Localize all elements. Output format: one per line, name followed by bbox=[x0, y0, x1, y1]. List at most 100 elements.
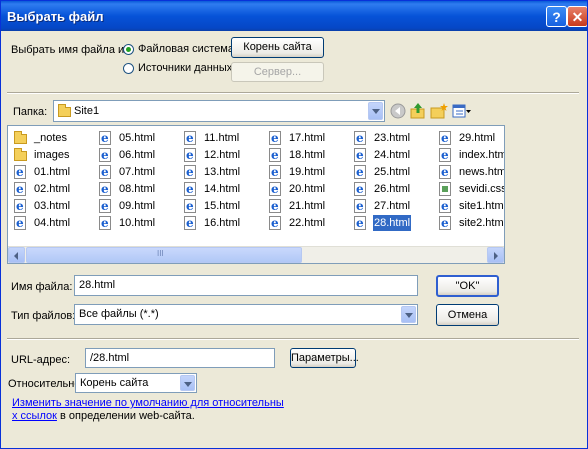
html-file-icon bbox=[269, 198, 281, 214]
file-name: sevidi.css bbox=[459, 183, 505, 195]
relative-dropdown-arrow[interactable] bbox=[180, 375, 195, 391]
html-file-icon bbox=[14, 198, 26, 214]
html-file-icon bbox=[14, 181, 26, 197]
file-name: _notes bbox=[34, 132, 68, 144]
file-name: 06.html bbox=[119, 149, 156, 161]
radio-selected-dot bbox=[126, 47, 131, 52]
filetype-value: Все файлы (*.*) bbox=[79, 308, 159, 320]
file-name: 29.html bbox=[459, 132, 496, 144]
html-file-icon bbox=[439, 164, 451, 180]
file-name: 21.html bbox=[289, 200, 326, 212]
html-file-icon bbox=[439, 147, 451, 163]
file-name: 13.html bbox=[204, 166, 241, 178]
html-file-icon bbox=[269, 130, 281, 146]
file-name: 02.html bbox=[34, 183, 71, 195]
relative-label: Относительно: bbox=[8, 378, 84, 390]
radio-filesystem-label[interactable]: Файловая система bbox=[138, 43, 234, 55]
file-name: index.html bbox=[459, 149, 505, 161]
html-file-icon bbox=[354, 147, 366, 163]
scroll-left-icon bbox=[14, 252, 18, 260]
html-file-icon bbox=[184, 164, 196, 180]
file-name: 17.html bbox=[289, 132, 326, 144]
file-name: 24.html bbox=[374, 149, 411, 161]
scroll-right-button[interactable] bbox=[487, 247, 504, 263]
radio-datasources[interactable] bbox=[123, 63, 134, 74]
folder-icon bbox=[58, 104, 71, 117]
params-button[interactable]: Параметры... bbox=[290, 348, 359, 368]
html-file-icon bbox=[184, 198, 196, 214]
file-name: 01.html bbox=[34, 166, 71, 178]
html-file-icon bbox=[184, 130, 196, 146]
file-name: 12.html bbox=[204, 149, 241, 161]
relative-select[interactable]: Корень сайта bbox=[75, 373, 197, 393]
html-file-icon bbox=[269, 164, 281, 180]
folder-dropdown-arrow[interactable] bbox=[368, 102, 383, 120]
radio-datasources-label[interactable]: Источники данных bbox=[138, 62, 232, 74]
close-button[interactable]: ✕ bbox=[567, 6, 587, 27]
file-name: 28.html bbox=[373, 215, 412, 231]
file-name: images bbox=[34, 149, 70, 161]
separator bbox=[7, 92, 579, 94]
scroll-thumb[interactable]: III bbox=[26, 247, 302, 263]
folder-combo[interactable]: Site1 bbox=[53, 100, 385, 122]
window-title: Выбрать файл bbox=[7, 9, 104, 24]
css-file-icon bbox=[439, 182, 451, 196]
html-file-icon bbox=[269, 215, 281, 231]
file-name: 22.html bbox=[289, 217, 326, 229]
ok-button[interactable]: "OK" bbox=[436, 275, 499, 297]
html-file-icon bbox=[14, 215, 26, 231]
filename-label: Имя файла: bbox=[11, 281, 73, 293]
file-name: 14.html bbox=[204, 183, 241, 195]
help-button[interactable]: ? bbox=[546, 6, 567, 27]
server-button: Сервер... bbox=[231, 62, 324, 82]
html-file-icon bbox=[269, 147, 281, 163]
horizontal-scrollbar[interactable]: III bbox=[8, 246, 504, 263]
radio-filesystem[interactable] bbox=[123, 44, 134, 55]
url-input[interactable]: /28.html bbox=[85, 348, 275, 368]
file-name: 10.html bbox=[119, 217, 156, 229]
folder-value: Site1 bbox=[74, 105, 100, 117]
footer-line2: х ссылок в определении web-сайта. bbox=[12, 410, 195, 422]
html-file-icon bbox=[439, 198, 451, 214]
file-name: 18.html bbox=[289, 149, 326, 161]
filetype-dropdown-arrow[interactable] bbox=[401, 306, 416, 323]
html-file-icon bbox=[354, 181, 366, 197]
file-dialog: Выбрать файл ? ✕ Выбрать имя файла из: Ф… bbox=[0, 0, 588, 449]
back-icon[interactable] bbox=[390, 103, 406, 119]
file-name: 04.html bbox=[34, 217, 71, 229]
html-file-icon bbox=[354, 130, 366, 146]
file-name: news.html bbox=[459, 166, 505, 178]
html-file-icon bbox=[99, 130, 111, 146]
html-file-icon bbox=[439, 215, 451, 231]
file-list[interactable]: _notesimages 01.html 02.html 03.html 04.html… bbox=[7, 125, 505, 264]
relative-default-link-cont[interactable]: х ссылок bbox=[12, 410, 57, 422]
separator bbox=[7, 338, 579, 340]
scroll-right-icon bbox=[494, 252, 498, 260]
url-label: URL-адрес: bbox=[11, 354, 70, 366]
scroll-left-button[interactable] bbox=[8, 247, 25, 263]
html-file-icon bbox=[99, 147, 111, 163]
file-name: 25.html bbox=[374, 166, 411, 178]
title-bar[interactable]: Выбрать файл ? ✕ bbox=[1, 1, 587, 31]
relative-default-link[interactable]: Изменить значение по умолчанию для относ… bbox=[12, 397, 284, 409]
filetype-select[interactable]: Все файлы (*.*) bbox=[74, 304, 418, 325]
file-name: 19.html bbox=[289, 166, 326, 178]
folder-icon bbox=[14, 148, 27, 161]
file-name: 27.html bbox=[374, 200, 411, 212]
file-name: site2.html bbox=[459, 217, 505, 229]
relative-value: Корень сайта bbox=[80, 377, 149, 389]
file-name: 26.html bbox=[374, 183, 411, 195]
new-folder-icon[interactable] bbox=[430, 102, 448, 120]
html-file-icon bbox=[14, 164, 26, 180]
cancel-button[interactable]: Отмена bbox=[436, 304, 499, 326]
file-name: site1.html bbox=[459, 200, 505, 212]
up-folder-icon[interactable] bbox=[410, 102, 426, 120]
folder-label: Папка: bbox=[13, 106, 48, 118]
html-file-icon bbox=[354, 198, 366, 214]
file-name: 08.html bbox=[119, 183, 156, 195]
filetype-label: Тип файлов: bbox=[11, 310, 76, 322]
filename-input[interactable]: 28.html bbox=[74, 275, 418, 296]
view-menu-icon[interactable] bbox=[452, 103, 472, 119]
site-root-button[interactable]: Корень сайта bbox=[231, 37, 324, 58]
html-file-icon bbox=[99, 215, 111, 231]
